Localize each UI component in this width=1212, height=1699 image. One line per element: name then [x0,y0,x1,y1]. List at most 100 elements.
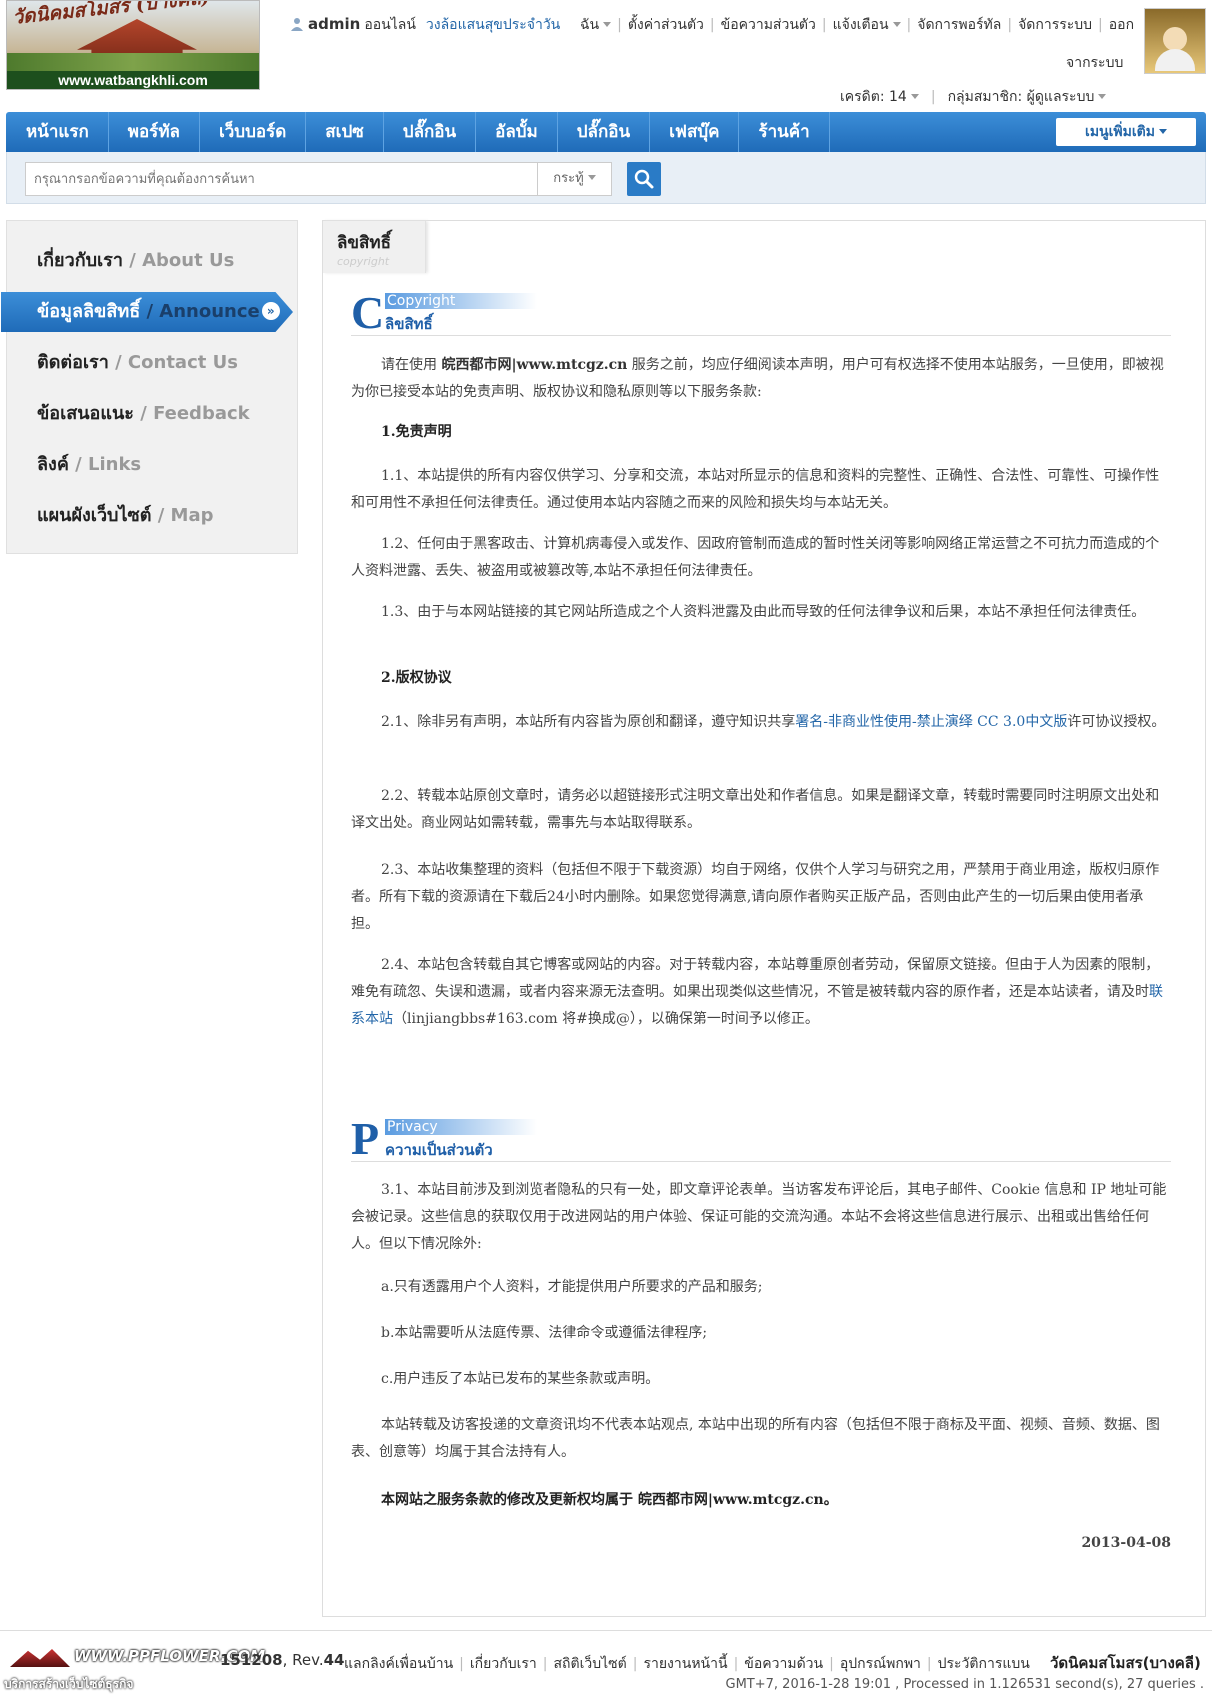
para-1-3: 1.3、由于与本网站链接的其它网站所造成之个人资料泄露及由此而导致的任何法律争议… [381,604,1146,620]
tab-copyright[interactable]: ลิขสิทธิ์ copyright [323,221,426,273]
section-letter: P [351,1113,380,1164]
intro-paragraph: 请在使用 皖西都市网|www.mtcgz.cn 服务之前，均应仔细阅读本声明，用… [351,357,1164,400]
heading-disclaimer: 1.免责声明 [381,424,452,440]
para-2-4: 2.4、本站包含转载自其它博客或网站的内容。对于转载内容，本站尊重原创者劳动，保… [351,957,1163,1027]
section-letter: C [351,287,385,338]
sidebar-item-map[interactable]: แผนผังเว็บไซต์ / Map [7,496,299,536]
footer-link-mobile[interactable]: อุปกรณ์พกพา [840,1656,921,1672]
para-3-a: a.只有透露用户个人资料，才能提供用户所要求的产品和服务; [381,1279,763,1295]
online-status: ออนไลน์ [364,17,416,33]
footer-logo[interactable]: WWW.PPFLOWER.COM [4,1645,265,1669]
top-links: ฉัน | ตั้งค่าส่วนตัว | ข้อความส่วนตัว | แจ้งเต… [580,17,1135,33]
footer: WWW.PPFLOWER.COM 151208, Rev.44 แลกลิงค์… [0,1630,1212,1699]
chevron-down-icon [587,175,596,180]
footer-version: 151208, Rev.44 [220,1651,345,1669]
daily-wheel-link[interactable]: วงล้อแสนสุขประจำวัน [426,17,560,33]
logout-link[interactable]: ออก [1109,17,1134,33]
section-th-label: ความเป็นส่วนตัว [385,1141,493,1159]
search-button[interactable] [627,162,661,196]
nav-home[interactable]: หน้าแรก [6,112,109,152]
footer-link-stats[interactable]: สถิติเว็บไซต์ [553,1656,626,1672]
main-nav: หน้าแรก พอร์ทัล เว็บบอร์ด สเปซ ปลั๊กอิน … [6,112,1206,152]
para-3-b: b.本站需要听从法庭传票、法律命令或遵循法律程序; [381,1325,708,1341]
section-copyright-heading: C Copyright ลิขสิทธิ์ [351,287,1171,338]
nav-album[interactable]: อัลบั้ม [476,112,558,152]
nav-portal[interactable]: พอร์ทัล [109,112,200,152]
search-input[interactable] [25,162,538,196]
sidebar-item-links[interactable]: ลิงค์ / Links [7,445,299,485]
user-toolbar: admin ออนไลน์ วงล้อแสนสุขประจำวัน ฉัน | ตั้ง… [290,14,1138,38]
para-3-1: 3.1、本站目前涉及到浏览者隐私的只有一处，即文章评论表单。当访客发布评论后，其… [351,1182,1167,1252]
section-th-label: ลิขสิทธิ์ [385,315,433,333]
notifications-menu[interactable]: แจ้งเตือน [833,17,901,33]
footer-brand[interactable]: วัดนิคมสโมสร(บางคลี) [1050,1651,1201,1675]
cc-license-link[interactable]: 署名-非商业性使用-禁止演绎 CC 3.0中文版 [795,714,1067,730]
para-3-c: c.用户违反了本站已发布的某些条款或声明。 [381,1371,660,1387]
username-link[interactable]: admin [308,15,360,33]
mountain-logo-icon [10,1649,70,1667]
messages-link[interactable]: ข้อความส่วนตัว [721,17,816,33]
sidebar: เกี่ยวกับเรา / About Us ข้อมูลลิขสิทธิ์ … [1,220,299,554]
logout-link-line2[interactable]: จากระบบ [1066,52,1123,74]
logo-trees [7,53,259,73]
search-bar: กระทู้ [6,152,1206,204]
sidebar-item-about[interactable]: เกี่ยวกับเรา / About Us [7,241,299,281]
section-en-label: Copyright [385,293,537,309]
section-privacy-heading: P Privacy ความเป็นส่วนตัว [351,1113,1171,1164]
header: วัดนิคมสโมสร (บางคลี) www.watbangkhli.co… [0,0,1212,110]
para-2-2: 2.2、转载本站原创文章时，请务必以超链接形式注明文章出处和作者信息。如果是翻译… [351,788,1160,831]
avatar-body [1155,49,1195,71]
nav-plugin[interactable]: ปลั๊กอิน [384,112,477,152]
settings-link[interactable]: ตั้งค่าส่วนตัว [628,17,704,33]
logo-title: วัดนิคมสโมสร (บางคลี) [11,0,211,29]
para-1-2: 1.2、任何由于黑客政击、计算机病毒侵入或发作、因政府管制而造成的暂时性关闭等影… [351,536,1160,579]
avatar-face [1163,27,1187,51]
nav-facebook[interactable]: เฟสบุ๊ค [650,112,740,152]
chevron-down-icon [1158,129,1167,134]
search-type-select[interactable]: กระทู้ [538,162,612,196]
credits-bar: เครดิต: 14 | กลุ่มสมาชิก: ผู้ดูแลระบบ [840,86,1107,108]
nav-space[interactable]: สเปซ [306,112,384,152]
footer-link-ban-history[interactable]: ประวัติการแบน [938,1656,1030,1672]
para-1-1: 1.1、本站提供的所有内容仅供学习、分享和交流，本站对所显示的信息和资料的完整性… [351,468,1160,511]
main-content: ลิขสิทธิ์ copyright C Copyright ลิขสิทธิ… [322,220,1206,1617]
site-name: 皖西都市网|www.mtcgz.cn [441,357,628,373]
double-chevron-right-icon: » [261,302,280,320]
para-2-3: 2.3、本站收集整理的资料（包括但不限于下载资源）均自于网络，仅供个人学习与研究… [351,862,1160,932]
heading-copyright-agreement: 2.版权协议 [381,670,452,686]
para-notice: 本站转载及访客投递的文章资讯均不代表本站观点, 本站中出现的所有内容（包括但不限… [351,1417,1160,1460]
site-logo[interactable]: วัดนิคมสโมสร (บางคลี) www.watbangkhli.co… [6,0,260,90]
sidebar-item-feedback[interactable]: ข้อเสนอแนะ / Feedback [7,394,299,434]
chevron-down-icon [1098,94,1107,99]
system-admin-link[interactable]: จัดการระบบ [1018,17,1092,33]
footer-link-about[interactable]: เกี่ยวกับเรา [470,1656,537,1672]
publish-date: 2013-04-08 [1081,1535,1171,1551]
nav-plugin-2[interactable]: ปลั๊กอิน [558,112,651,152]
tab-title: ลิขสิทธิ์ [337,233,391,253]
logo-url: www.watbangkhli.com [7,71,259,89]
tab-subtitle: copyright [337,255,390,268]
user-group-menu[interactable]: กลุ่มสมาชิก: ผู้ดูแลระบบ [948,89,1107,105]
nav-shop[interactable]: ร้านค้า [739,112,830,152]
sidebar-item-announce[interactable]: ข้อมูลลิขสิทธิ์ / Announce» [1,292,293,332]
chevron-down-icon [910,94,919,99]
more-menu-button[interactable]: เมนูเพิ่มเติม [1056,118,1196,146]
footer-link-report[interactable]: รายงานหน้านี้ [643,1656,727,1672]
footer-tagline: บริการสร้างเว็บไซต์ธุรกิจ [4,1677,134,1691]
footer-link-urgent[interactable]: ข้อความด้วน [744,1656,823,1672]
sidebar-item-contact[interactable]: ติดต่อเรา / Contact Us [7,343,299,383]
footer-links: แลกลิงค์เพื่อนบ้าน | เกี่ยวกับเรา | สถิติเว็… [344,1656,1030,1672]
footer-stats: GMT+7, 2016-1-28 19:01 , Processed in 1.… [725,1677,1204,1692]
para-2-1: 2.1、除非另有声明，本站所有内容皆为原创和翻译，遵守知识共享署名-非商业性使用… [381,714,1166,730]
credits-menu[interactable]: เครดิต: 14 [840,89,919,105]
avatar[interactable] [1144,8,1206,74]
content-tab-header: ลิขสิทธิ์ copyright [323,221,1207,273]
portal-admin-link[interactable]: จัดการพอร์ทัล [917,17,1001,33]
footer-link-exchange[interactable]: แลกลิงค์เพื่อนบ้าน [344,1656,453,1672]
section-en-label: Privacy [385,1119,537,1135]
nav-forum[interactable]: เว็บบอร์ด [200,112,307,152]
chevron-down-icon [892,22,901,27]
me-menu[interactable]: ฉัน [580,17,612,33]
user-icon [291,18,303,31]
para-final: 本网站之服务条款的修改及更新权均属于 皖西都市网|www.mtcgz.cn。 [381,1492,838,1508]
